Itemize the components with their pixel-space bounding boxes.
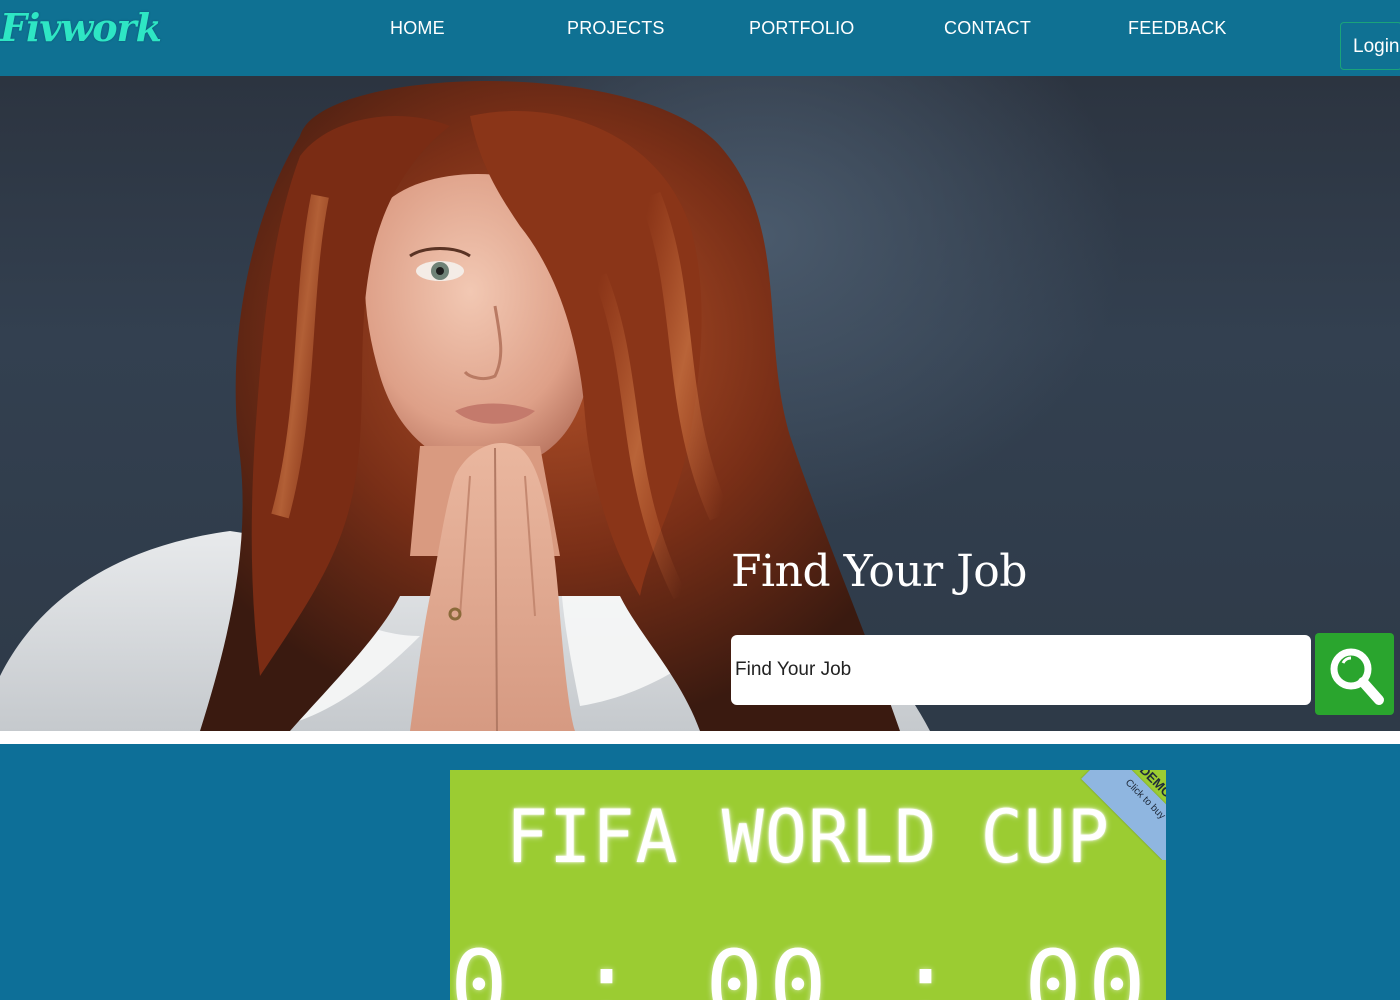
site-header: Fivwork HOME PROJECTS PORTFOLIO CONTACT … — [0, 0, 1400, 77]
demo-ribbon[interactable]: DEMO Click to buy — [1076, 770, 1166, 860]
job-search-input[interactable] — [731, 635, 1311, 705]
hero-section: Find Your Job — [0, 76, 1400, 731]
countdown-banner[interactable]: FIFA WORLD CUP 0 : 00 : 00 : 00 — [450, 770, 1166, 1000]
page: Fivwork HOME PROJECTS PORTFOLIO CONTACT … — [0, 0, 1400, 1000]
search-icon — [1330, 648, 1384, 705]
hero-title: Find Your Job — [731, 546, 1027, 597]
login-button[interactable]: Login — [1340, 22, 1400, 70]
nav-feedback[interactable]: FEEDBACK — [1128, 18, 1227, 39]
nav-contact[interactable]: CONTACT — [944, 18, 1031, 39]
countdown-timer: 0 : 00 : 00 : 00 — [450, 930, 1166, 1000]
search-button[interactable] — [1315, 633, 1394, 715]
nav-projects[interactable]: PROJECTS — [567, 18, 665, 39]
nav-portfolio[interactable]: PORTFOLIO — [749, 18, 855, 39]
hero-portrait-image — [0, 81, 930, 731]
hero-divider — [0, 731, 1400, 744]
nav-home[interactable]: HOME — [390, 18, 445, 39]
main-nav: HOME PROJECTS PORTFOLIO CONTACT FEEDBACK — [0, 0, 1300, 64]
banner-title: FIFA WORLD CUP — [505, 793, 1110, 881]
